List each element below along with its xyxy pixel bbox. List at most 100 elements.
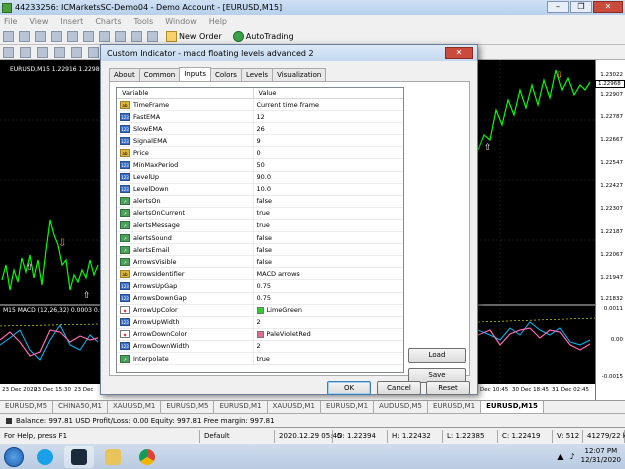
input-value-cell[interactable]: false: [254, 196, 403, 207]
start-button[interactable]: [0, 444, 28, 469]
symbol-tab[interactable]: EURUSD,M1: [321, 401, 375, 413]
input-row[interactable]: 123 FastEMA 12: [117, 111, 403, 124]
menu-file[interactable]: File: [0, 17, 25, 26]
input-row[interactable]: ↗ Interpolate true: [117, 352, 403, 366]
tab-levels[interactable]: Levels: [240, 68, 274, 82]
price-axis[interactable]: 1.23022 1.22968 1.22907 1.22787 1.22667 …: [595, 60, 625, 400]
market-watch-icon[interactable]: [35, 30, 46, 42]
symbol-tab[interactable]: EURUSD,M5: [161, 401, 215, 413]
navigator-icon[interactable]: [67, 30, 78, 42]
input-value-cell[interactable]: true: [254, 208, 403, 219]
input-value-cell[interactable]: 2: [254, 341, 403, 352]
symbol-tab[interactable]: EURUSD,M5: [0, 401, 54, 413]
input-row[interactable]: ↗ alertsSound false: [117, 232, 403, 245]
load-button[interactable]: Load: [408, 348, 466, 363]
symbol-tab[interactable]: XAUUSD,M1: [108, 401, 162, 413]
ok-button[interactable]: OK: [327, 381, 371, 395]
data-window-icon[interactable]: [51, 30, 62, 42]
input-row[interactable]: 123 ArrowsDownGap 0.75: [117, 292, 403, 305]
vertical-line-icon[interactable]: [37, 46, 48, 58]
menu-help[interactable]: Help: [205, 17, 235, 26]
input-value-cell[interactable]: Current time frame: [254, 99, 403, 110]
network-icon[interactable]: ▲: [557, 452, 563, 461]
new-chart-icon[interactable]: [3, 30, 14, 42]
menu-insert[interactable]: Insert: [56, 17, 91, 26]
taskbar-chrome[interactable]: [132, 446, 162, 468]
input-value-cell[interactable]: PaleVioletRed: [254, 329, 403, 340]
profiles-icon[interactable]: [19, 30, 30, 42]
symbol-tab[interactable]: CHINA50,M1: [53, 401, 108, 413]
maximize-button[interactable]: ❐: [570, 1, 592, 13]
tester-icon[interactable]: [99, 30, 110, 42]
help-icon[interactable]: [131, 30, 142, 42]
input-row[interactable]: 123 ArrowsUpGap 0.75: [117, 280, 403, 293]
menu-charts[interactable]: Charts: [91, 17, 129, 26]
close-button[interactable]: ✕: [593, 1, 623, 13]
input-value-cell[interactable]: 9: [254, 135, 403, 146]
search-icon[interactable]: [147, 30, 158, 42]
input-row[interactable]: 123 LevelDown 10.0: [117, 183, 403, 196]
input-value-cell[interactable]: false: [254, 244, 403, 255]
input-row[interactable]: 123 ArrowUpWidth 2: [117, 316, 403, 329]
terminal-icon[interactable]: [83, 30, 94, 42]
input-row[interactable]: ↗ alertsEmail false: [117, 244, 403, 257]
input-value-cell[interactable]: MACD arrows: [254, 268, 403, 279]
autotrading-button[interactable]: AutoTrading: [230, 30, 297, 42]
tab-visualization[interactable]: Visualization: [272, 68, 327, 82]
input-value-cell[interactable]: 10.0: [254, 184, 403, 195]
input-value-cell[interactable]: 26: [254, 123, 403, 134]
input-value-cell[interactable]: 2: [254, 317, 403, 328]
input-row[interactable]: ab ArrowsIdentifier MACD arrows: [117, 268, 403, 281]
input-row[interactable]: ◆ ArrowDownColor PaleVioletRed: [117, 328, 403, 341]
menu-tools[interactable]: Tools: [129, 17, 161, 26]
volume-icon[interactable]: ♪: [570, 452, 575, 461]
input-row[interactable]: 123 LevelUp 90.0: [117, 171, 403, 184]
minimize-button[interactable]: –: [547, 1, 569, 13]
tab-inputs[interactable]: Inputs: [179, 67, 212, 82]
taskbar-skype[interactable]: [30, 446, 60, 468]
horizontal-line-icon[interactable]: [54, 46, 65, 58]
history-icon[interactable]: [115, 30, 126, 42]
input-row[interactable]: ↗ alertsOnCurrent true: [117, 207, 403, 220]
column-variable[interactable]: Variable: [117, 88, 254, 98]
symbol-tab[interactable]: AUDUSD,M5: [374, 401, 429, 413]
input-row[interactable]: ↗ alertsOn false: [117, 195, 403, 208]
tab-colors[interactable]: Colors: [210, 68, 242, 82]
dialog-titlebar[interactable]: Custom Indicator - macd floating levels …: [101, 45, 477, 61]
symbol-tab[interactable]: EURUSD,M15: [481, 401, 544, 413]
menu-window[interactable]: Window: [161, 17, 205, 26]
input-value-cell[interactable]: true: [254, 353, 403, 364]
symbol-tab[interactable]: EURUSD,M1: [428, 401, 482, 413]
trendline-icon[interactable]: [71, 46, 82, 58]
input-row[interactable]: ↗ ArrowsVisible false: [117, 256, 403, 269]
input-value-cell[interactable]: 50: [254, 159, 403, 170]
input-row[interactable]: ab Price 0: [117, 147, 403, 160]
crosshair-icon[interactable]: [20, 46, 31, 58]
input-value-cell[interactable]: 0.75: [254, 280, 403, 291]
symbol-tab[interactable]: EURUSD,M1: [214, 401, 268, 413]
dialog-close-button[interactable]: ✕: [445, 47, 473, 59]
input-row[interactable]: ↗ alertsMessage true: [117, 219, 403, 233]
tab-about[interactable]: About: [109, 68, 140, 82]
input-value-cell[interactable]: true: [254, 220, 403, 231]
input-row[interactable]: ◆ ArrowUpColor LimeGreen: [117, 304, 403, 317]
input-value-cell[interactable]: 0.75: [254, 293, 403, 304]
new-order-button[interactable]: New Order: [163, 30, 225, 42]
input-value-cell[interactable]: LimeGreen: [254, 305, 403, 316]
reset-button[interactable]: Reset: [426, 381, 470, 395]
column-value[interactable]: Value: [254, 88, 403, 98]
cancel-button[interactable]: Cancel: [377, 381, 421, 395]
input-value-cell[interactable]: false: [254, 256, 403, 267]
input-value-cell[interactable]: 0: [254, 147, 403, 158]
tab-common[interactable]: Common: [138, 68, 181, 82]
input-row[interactable]: 123 ArrowDownWidth 2: [117, 340, 403, 353]
input-value-cell[interactable]: 12: [254, 111, 403, 122]
cursor-icon[interactable]: [3, 46, 14, 58]
channel-icon[interactable]: [88, 46, 99, 58]
input-row[interactable]: 123 MinMaxPeriod 50: [117, 159, 403, 172]
clock[interactable]: 12:07 PM 12/31/2020: [581, 447, 621, 465]
input-value-cell[interactable]: 90.0: [254, 172, 403, 183]
menu-view[interactable]: View: [25, 17, 56, 26]
input-row[interactable]: 123 SignalEMA 9: [117, 135, 403, 148]
taskbar-explorer[interactable]: [98, 446, 128, 468]
